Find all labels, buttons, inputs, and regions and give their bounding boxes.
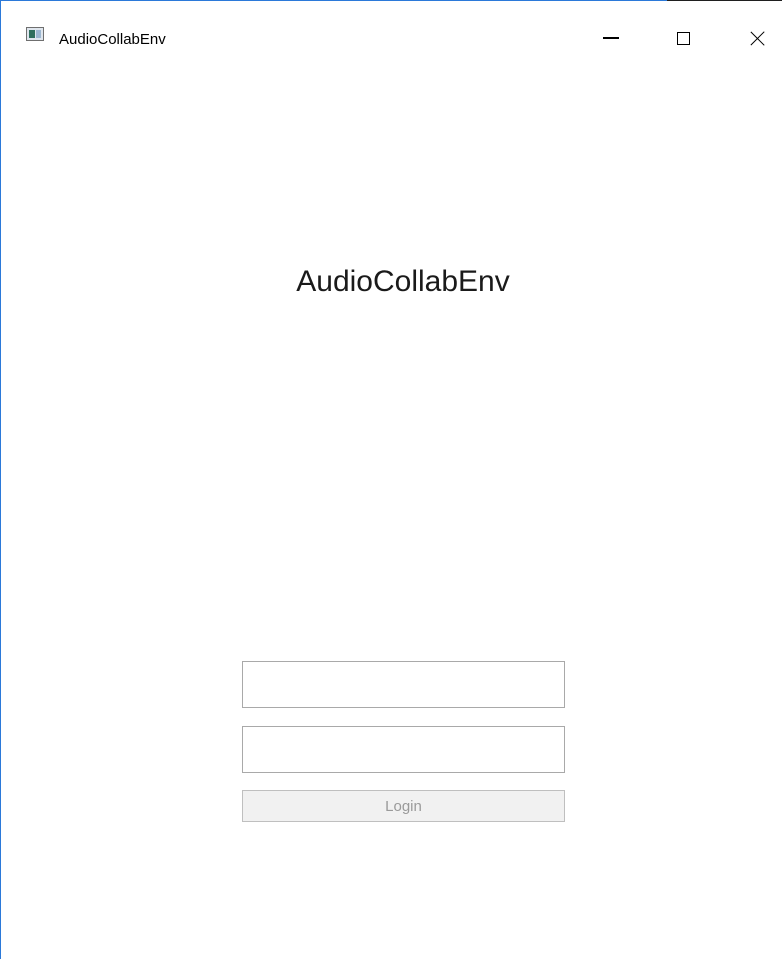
app-icon-pane-right xyxy=(36,30,41,38)
minimize-button[interactable] xyxy=(588,18,634,58)
maximize-button[interactable] xyxy=(660,18,706,58)
app-heading: AudioCollabEnv xyxy=(296,265,510,298)
login-button[interactable]: Login xyxy=(242,790,565,822)
close-button[interactable] xyxy=(735,18,781,58)
maximize-icon xyxy=(676,31,690,45)
app-window-icon[interactable] xyxy=(26,27,44,41)
close-icon xyxy=(750,30,766,46)
window-title: AudioCollabEnv xyxy=(59,31,166,48)
password-input[interactable] xyxy=(242,726,565,773)
username-input[interactable] xyxy=(242,661,565,708)
app-window: AudioCollabEnv AudioCollabEnv Login xyxy=(0,0,782,959)
minimize-icon xyxy=(603,37,619,39)
app-icon-pane-left xyxy=(29,30,35,38)
